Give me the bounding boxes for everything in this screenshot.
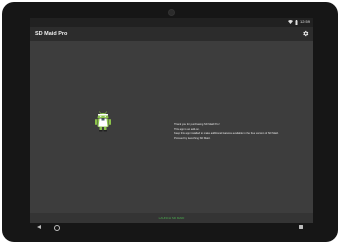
- main-content: Thank you for purchasing SD Maid Pro! Th…: [30, 41, 313, 213]
- device-screen: 12:59 SD Maid Pro Thank you for purchasi…: [30, 18, 313, 232]
- front-camera: [168, 9, 175, 16]
- app-bar: SD Maid Pro: [30, 27, 313, 41]
- status-time: 12:59: [299, 19, 310, 24]
- thank-you-text: Thank you for purchasing SD Maid Pro!: [174, 123, 220, 126]
- launch-sd-maid-button[interactable]: LAUNCH SD MAID: [149, 215, 194, 221]
- sd-maid-android-mascot-icon: [95, 111, 111, 132]
- keep-installed-text: Keep this app installed to make addition…: [174, 132, 279, 136]
- add-on-text: This app is an add-on.: [174, 127, 200, 131]
- wifi-icon: [287, 20, 293, 24]
- purchase-message: Thank you for purchasing SD Maid Pro! Th…: [174, 123, 310, 141]
- tablet-frame: 12:59 SD Maid Pro Thank you for purchasi…: [2, 2, 338, 242]
- navigation-bar: [30, 223, 313, 232]
- status-bar: 12:59: [30, 18, 313, 27]
- battery-icon: [295, 19, 298, 25]
- proceed-text: Proceed by launching SD Maid.: [174, 136, 211, 140]
- settings-gear-icon[interactable]: [302, 30, 309, 37]
- app-title: SD Maid Pro: [35, 31, 68, 37]
- recents-icon[interactable]: [299, 225, 303, 229]
- back-icon[interactable]: [37, 225, 41, 229]
- status-icons: 12:59: [287, 19, 310, 25]
- home-icon[interactable]: [54, 225, 60, 231]
- launch-bar: LAUNCH SD MAID: [30, 213, 313, 223]
